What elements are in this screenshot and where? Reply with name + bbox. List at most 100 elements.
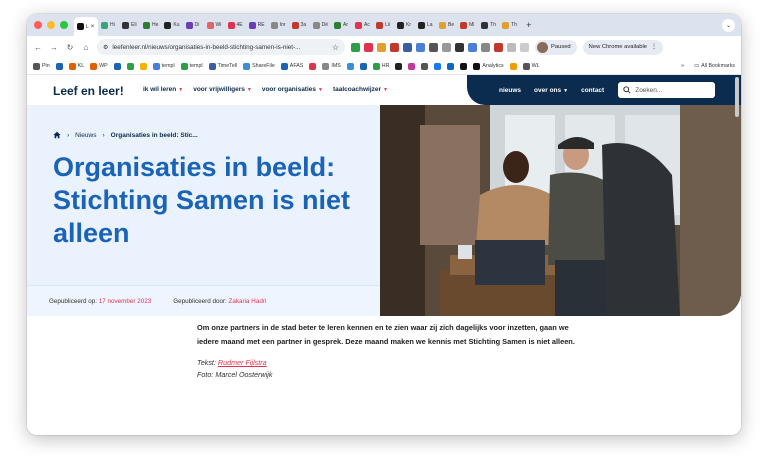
tab[interactable]: Di — [183, 17, 204, 33]
extension-icon[interactable] — [429, 42, 438, 52]
bookmark-item[interactable] — [408, 62, 416, 70]
tab[interactable]: Inr — [268, 17, 289, 33]
extension-icon[interactable] — [364, 42, 373, 52]
bookmark-item[interactable]: KL — [68, 62, 85, 70]
bookmark-label: KL — [77, 63, 85, 69]
tab[interactable]: Be — [436, 17, 457, 33]
tab-label: RE — [257, 22, 265, 28]
bookmark-item[interactable] — [113, 62, 121, 70]
extension-icon[interactable] — [377, 42, 386, 52]
bookmark-item[interactable]: Pin — [33, 62, 50, 70]
bookmark-item[interactable] — [395, 62, 403, 70]
tab[interactable]: Lii — [373, 17, 394, 33]
bookmark-item[interactable] — [309, 62, 317, 70]
kebab-menu-icon[interactable]: ⋮ — [651, 44, 657, 50]
bookmark-item[interactable]: AFAS — [280, 62, 303, 70]
back-icon[interactable]: ← — [33, 43, 43, 52]
tab[interactable]: Kr — [394, 17, 415, 33]
extension-icon[interactable] — [403, 42, 412, 52]
tab[interactable]: RE — [246, 17, 268, 33]
tab[interactable]: Ku — [161, 17, 182, 33]
tab[interactable]: Th — [478, 17, 499, 33]
nav-item[interactable]: voor organisaties ▼ — [262, 86, 323, 93]
extension-icon[interactable] — [494, 42, 503, 52]
secondary-nav-item[interactable]: nieuws — [499, 87, 521, 94]
bookmark-star-icon[interactable]: ☆ — [332, 43, 339, 52]
nav-item-label: ik wil leren — [143, 86, 177, 93]
bookmark-item[interactable] — [346, 62, 354, 70]
site-info-icon[interactable]: ⚙ — [103, 44, 108, 51]
close-tab-icon[interactable]: × — [91, 24, 95, 30]
tab[interactable]: Th — [499, 17, 520, 33]
tab[interactable]: Dé — [310, 17, 331, 33]
extension-icon[interactable] — [390, 42, 399, 52]
extension-icon[interactable] — [481, 42, 490, 52]
bookmark-item[interactable] — [139, 62, 147, 70]
author-link[interactable]: Zakaria Hadri — [229, 298, 267, 305]
bookmark-item[interactable]: ShareFile — [243, 62, 275, 70]
bookmark-item[interactable]: Analytics — [473, 62, 504, 70]
bookmark-item[interactable] — [447, 62, 455, 70]
bookmark-item[interactable] — [421, 62, 429, 70]
bookmark-item[interactable]: templ — [152, 62, 175, 70]
extension-icon[interactable] — [442, 42, 451, 52]
tab[interactable]: 4E — [225, 17, 246, 33]
tab[interactable]: Wi — [204, 17, 225, 33]
bookmark-item[interactable] — [359, 62, 367, 70]
bookmark-item[interactable]: IMS — [322, 62, 341, 70]
breadcrumb-news[interactable]: Nieuws — [75, 132, 96, 139]
all-bookmarks-label: All Bookmarks — [701, 63, 735, 69]
all-bookmarks-button[interactable]: ▭ All Bookmarks — [694, 63, 735, 69]
extension-icon[interactable] — [455, 42, 464, 52]
sidepanel-icon[interactable] — [520, 42, 529, 52]
update-chrome-button[interactable]: New Chrome available ⋮ — [582, 39, 663, 55]
nav-item[interactable]: ik wil leren ▼ — [143, 86, 183, 93]
forward-icon[interactable]: → — [49, 43, 59, 52]
puzzle-icon[interactable] — [507, 42, 516, 52]
tab[interactable]: 3a — [289, 17, 310, 33]
tab[interactable]: Eli — [119, 17, 140, 33]
bookmark-item[interactable] — [55, 62, 63, 70]
tab[interactable]: Mi — [457, 17, 478, 33]
page-scrollbar[interactable] — [735, 77, 739, 117]
tab[interactable]: He — [140, 17, 161, 33]
site-logo[interactable]: Leef en leer! — [53, 84, 124, 98]
nav-item[interactable]: taalcoachwijzer ▼ — [333, 86, 388, 93]
bookmark-item[interactable]: TimeTell — [208, 62, 237, 70]
tab[interactable]: La — [415, 17, 436, 33]
nav-item-label: voor vrijwilligers — [193, 86, 245, 93]
bookmark-item[interactable] — [126, 62, 134, 70]
bookmark-item[interactable] — [460, 62, 468, 70]
search-box[interactable]: Zoeken... — [618, 82, 716, 98]
home-icon[interactable]: ⌂ — [81, 43, 91, 52]
home-icon[interactable] — [53, 131, 61, 139]
favicon-icon — [439, 21, 447, 29]
bookmark-item[interactable] — [509, 62, 517, 70]
extension-icon[interactable] — [351, 42, 360, 52]
tab[interactable]: Ac — [352, 17, 373, 33]
secondary-nav-item[interactable]: contact — [581, 87, 604, 94]
close-window-button[interactable] — [34, 21, 42, 29]
favicon-icon — [376, 21, 384, 29]
extension-icon[interactable] — [416, 42, 425, 52]
more-bookmarks-button[interactable]: » — [681, 63, 684, 69]
tab[interactable]: Ar — [331, 17, 352, 33]
extension-icon[interactable] — [468, 42, 477, 52]
tab[interactable]: Hi — [98, 17, 119, 33]
address-bar[interactable]: ⚙ leefenleer.nl/nieuws/organisaties-in-b… — [97, 39, 345, 55]
tab-active[interactable]: L × — [74, 17, 98, 36]
profile-button[interactable]: Paused — [535, 39, 577, 55]
secondary-nav-item[interactable]: over ons ▼ — [534, 87, 568, 94]
bookmark-item[interactable]: HR — [372, 62, 389, 70]
bookmark-item[interactable] — [434, 62, 442, 70]
new-tab-button[interactable]: + — [520, 20, 537, 30]
bookmark-item[interactable]: WP — [90, 62, 108, 70]
zoom-window-button[interactable] — [60, 21, 68, 29]
nav-item[interactable]: voor vrijwilligers ▼ — [193, 86, 252, 93]
tab-search-icon[interactable]: ⌄ — [722, 18, 735, 32]
bookmark-item[interactable]: templ — [180, 62, 203, 70]
reload-icon[interactable]: ↻ — [65, 43, 75, 52]
minimize-window-button[interactable] — [47, 21, 55, 29]
bookmark-item[interactable]: WL — [522, 62, 540, 70]
text-author-link[interactable]: Rudmer Fijlstra — [218, 358, 267, 367]
